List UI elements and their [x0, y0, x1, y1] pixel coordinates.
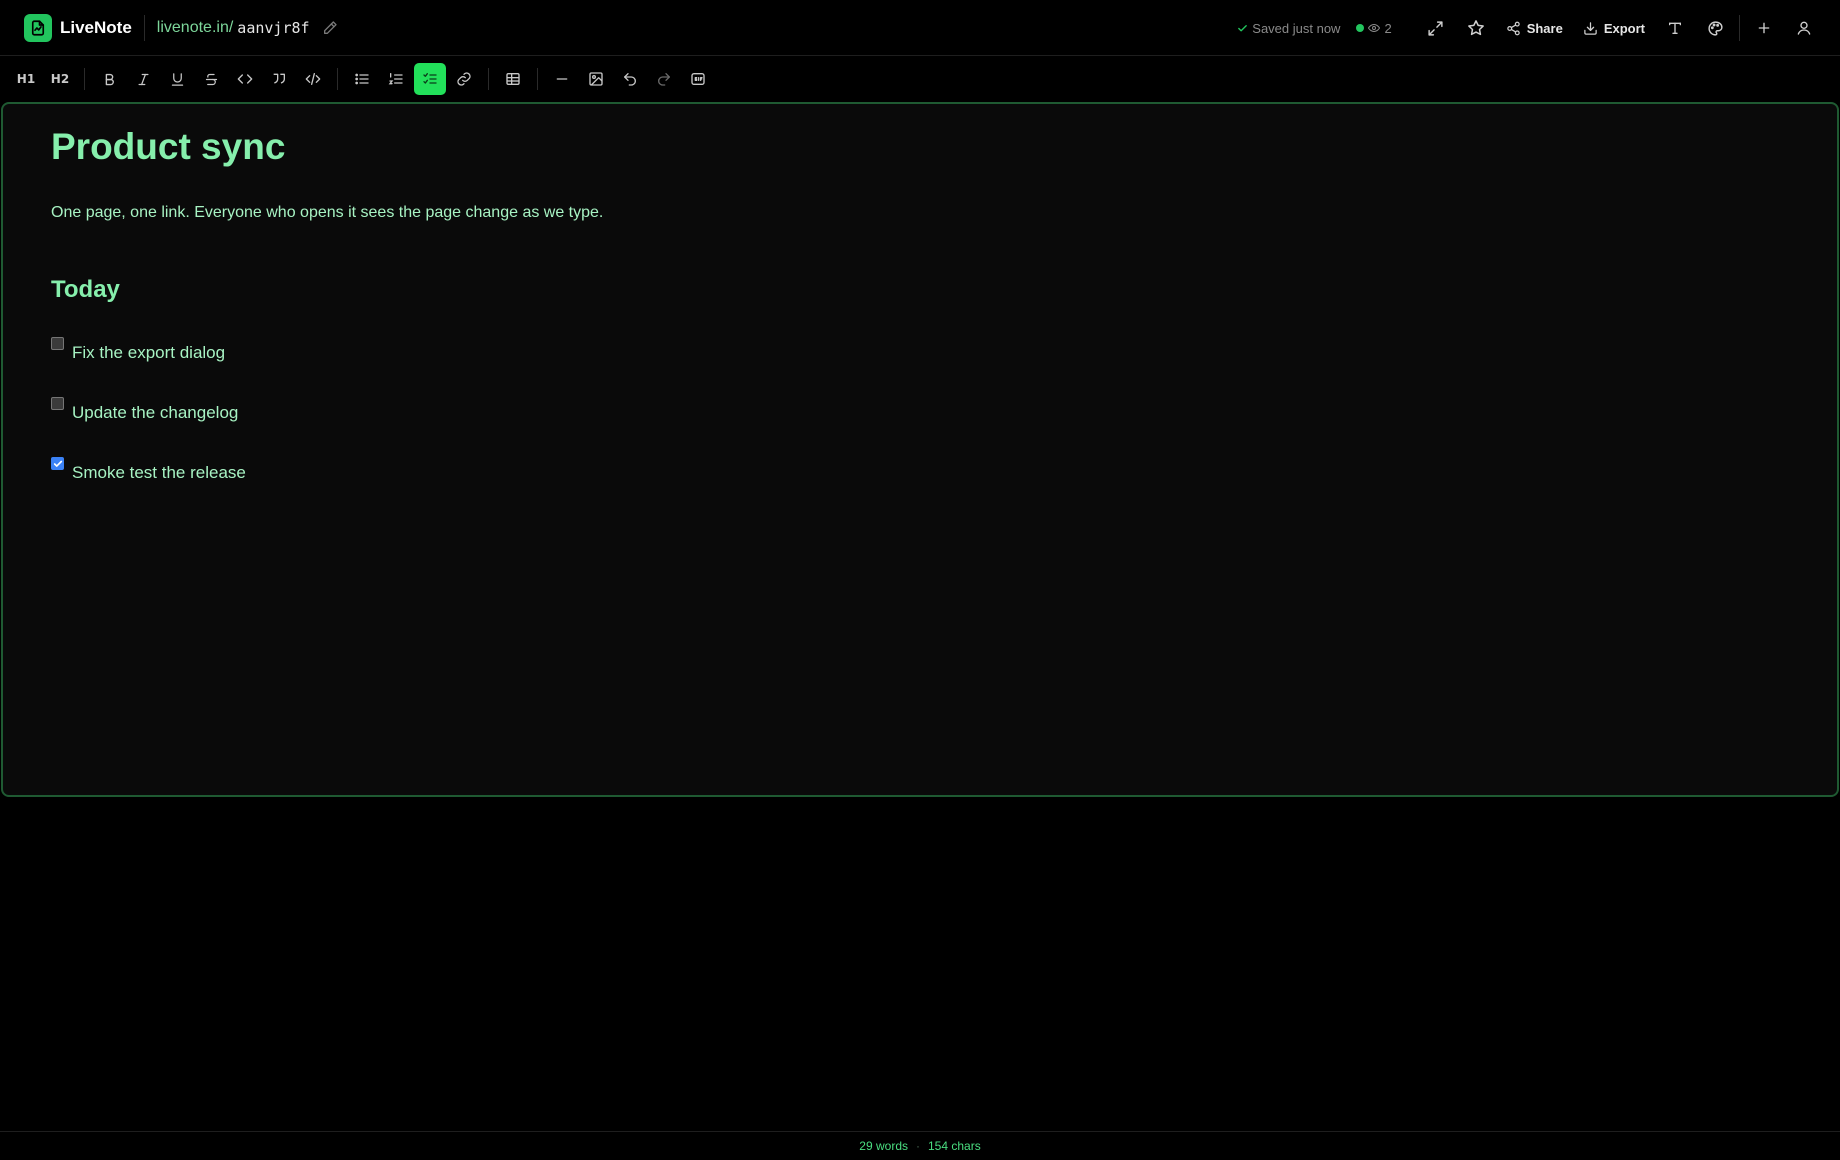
table-icon: [506, 73, 520, 85]
underline-icon: [171, 72, 183, 86]
task-label[interactable]: Smoke test the release: [72, 463, 246, 483]
export-label: Export: [1603, 20, 1645, 36]
strikethrough-icon: [205, 73, 217, 85]
save-status: Saved just now: [1237, 21, 1340, 36]
table-button[interactable]: [497, 63, 529, 95]
horizontal-rule-button[interactable]: [546, 63, 578, 95]
viewer-count: 2: [1384, 20, 1392, 36]
code-block-icon: [305, 73, 321, 85]
account-button[interactable]: [1784, 8, 1824, 48]
user-icon: [1797, 21, 1811, 35]
task-label[interactable]: Update the changelog: [72, 403, 238, 423]
export-button[interactable]: Export: [1573, 8, 1655, 48]
eye-icon: [1368, 24, 1381, 32]
status-footer: 29 words · 154 chars: [0, 1131, 1840, 1160]
bold-button[interactable]: [93, 63, 125, 95]
saved-text: Saved just now: [1252, 20, 1341, 36]
undo-icon: [624, 73, 636, 86]
brand[interactable]: LiveNote: [24, 13, 132, 42]
share-button[interactable]: Share: [1496, 8, 1573, 48]
task-list-button[interactable]: [414, 63, 446, 95]
heading-2-button[interactable]: H2: [44, 63, 76, 95]
task-checkbox-checked[interactable]: [51, 457, 64, 470]
undo-button[interactable]: [614, 63, 646, 95]
divider: [537, 68, 538, 90]
palette-icon: [1707, 20, 1723, 36]
task-list-icon: [423, 73, 437, 84]
numbered-list-icon: [388, 73, 403, 85]
quote-icon: [273, 73, 285, 84]
link-icon: [457, 72, 471, 86]
link-button[interactable]: [448, 63, 480, 95]
numbered-list-button[interactable]: [380, 63, 412, 95]
type-icon: [1669, 22, 1681, 34]
footer-separator: ·: [916, 1139, 920, 1153]
download-icon: [1584, 21, 1597, 35]
divider: [337, 68, 338, 90]
bold-icon: [105, 73, 114, 85]
strikethrough-button[interactable]: [195, 63, 227, 95]
redo-icon: [658, 73, 670, 86]
presence-indicator: 2: [1356, 20, 1392, 36]
fullscreen-button[interactable]: [1416, 8, 1456, 48]
task-label[interactable]: Fix the export dialog: [72, 343, 225, 363]
task-checkbox[interactable]: [51, 337, 64, 350]
favorite-button[interactable]: [1456, 8, 1496, 48]
bullet-list-icon: [355, 73, 369, 85]
redo-button[interactable]: [648, 63, 680, 95]
font-button[interactable]: [1655, 8, 1695, 48]
new-note-button[interactable]: [1744, 8, 1784, 48]
italic-button[interactable]: [127, 63, 159, 95]
char-count: 154 chars: [928, 1139, 981, 1153]
divider: [488, 68, 489, 90]
online-dot: [1356, 24, 1365, 32]
app-name: LiveNote: [60, 17, 132, 37]
horizontal-rule-icon: [556, 78, 568, 80]
page-title[interactable]: Product sync: [51, 126, 285, 168]
share-icon: [1506, 21, 1520, 35]
image-button[interactable]: [580, 63, 612, 95]
edit-slug-pencil-icon[interactable]: [322, 20, 338, 36]
italic-icon: [138, 73, 148, 85]
url-slug[interactable]: aanvjr8f: [237, 19, 309, 37]
livenote-logo-icon: [24, 13, 52, 42]
format-toolbar: H1 H2: [0, 57, 1840, 101]
underline-button[interactable]: [161, 63, 193, 95]
gif-icon: [691, 73, 705, 85]
top-actions: Saved just now 2 Share Export: [1237, 0, 1840, 56]
task-checkbox[interactable]: [51, 397, 64, 410]
intro-paragraph[interactable]: One page, one link. Everyone who opens i…: [51, 204, 603, 222]
url-host: livenote.in/: [156, 18, 234, 36]
editor-area[interactable]: Product sync One page, one link. Everyon…: [1, 102, 1839, 797]
image-icon: [589, 72, 603, 86]
section-heading[interactable]: Today: [51, 276, 120, 304]
word-count: 29 words: [859, 1139, 908, 1153]
top-bar: LiveNote livenote.in/ aanvjr8f Saved jus…: [0, 0, 1840, 56]
star-icon: [1467, 20, 1484, 36]
bullet-list-button[interactable]: [346, 63, 378, 95]
checkmark-icon: [53, 460, 62, 467]
share-label: Share: [1526, 20, 1563, 36]
expand-icon: [1428, 20, 1443, 36]
theme-button[interactable]: [1695, 8, 1735, 48]
heading-1-button[interactable]: H1: [10, 63, 42, 95]
h1-label: H1: [16, 72, 36, 86]
check-icon: [1238, 24, 1248, 31]
divider: [1739, 15, 1740, 41]
code-block-button[interactable]: [297, 63, 329, 95]
plus-icon: [1758, 22, 1770, 34]
divider: [84, 68, 85, 90]
gif-button[interactable]: [682, 63, 714, 95]
code-icon: [237, 74, 253, 84]
blockquote-button[interactable]: [263, 63, 295, 95]
h2-label: H2: [50, 72, 70, 86]
divider: [143, 14, 145, 41]
inline-code-button[interactable]: [229, 63, 261, 95]
